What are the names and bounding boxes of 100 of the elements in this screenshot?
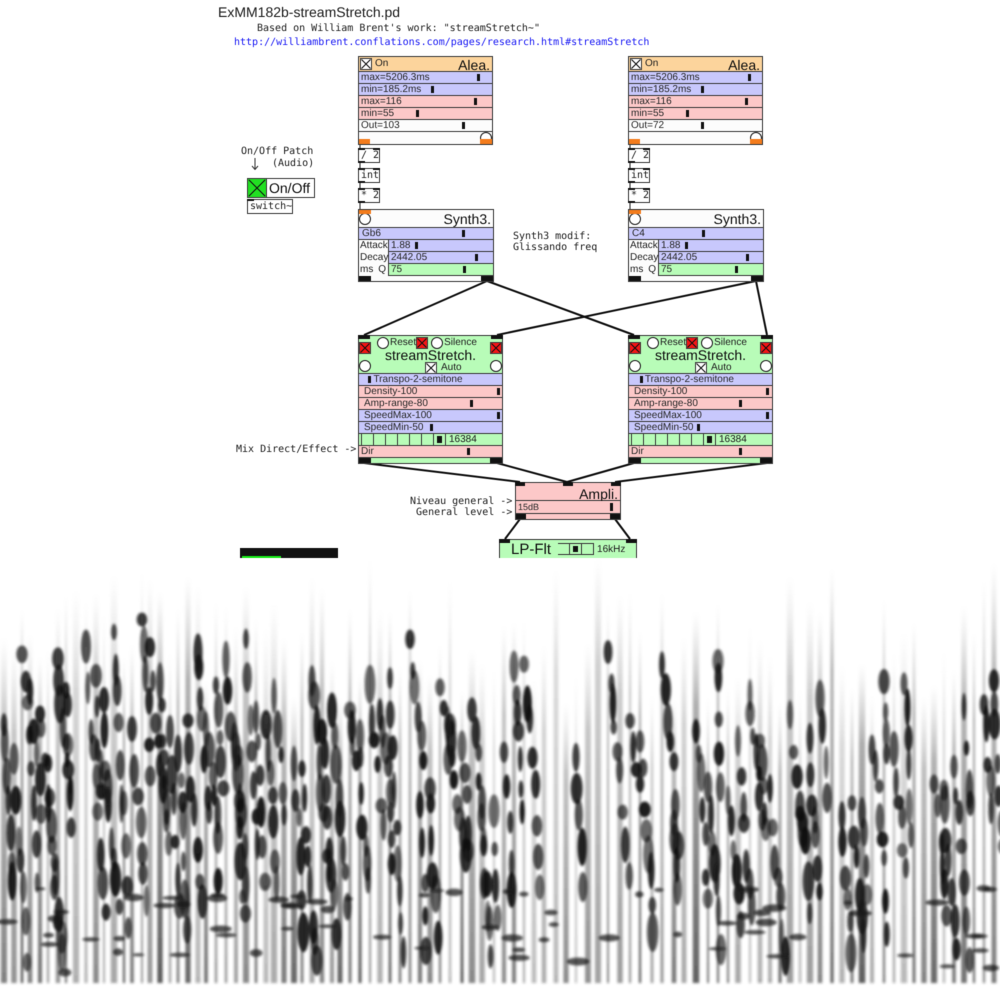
object-node[interactable]: switch~ (247, 199, 293, 214)
slider-thumb[interactable] (431, 86, 434, 93)
slider[interactable]: SpeedMax-100 (359, 410, 502, 422)
slider[interactable]: Amp-range-80 (629, 398, 772, 410)
slider-thumb[interactable] (430, 424, 433, 431)
slider[interactable]: max=116 (629, 96, 762, 108)
object-node[interactable]: int (358, 168, 380, 183)
slider[interactable]: Density-100 (629, 386, 772, 398)
bang-button[interactable] (431, 337, 444, 349)
toggle-checkbox[interactable] (359, 342, 371, 354)
bang-button[interactable] (701, 337, 714, 349)
slider[interactable]: Dir (359, 446, 502, 458)
slider-thumb[interactable] (462, 122, 466, 129)
slider[interactable]: 1.88 (658, 240, 763, 252)
slider[interactable]: SpeedMax-100 (629, 410, 772, 422)
slider-thumb[interactable] (462, 266, 466, 273)
slider-thumb[interactable] (701, 122, 704, 129)
radio-option[interactable] (631, 434, 644, 445)
slider-thumb[interactable] (745, 98, 748, 105)
slider[interactable]: SpeedMin-50 (359, 422, 502, 434)
slider-thumb[interactable] (474, 98, 478, 105)
slider-thumb[interactable] (462, 230, 465, 237)
slider[interactable]: min=55 (359, 108, 492, 120)
slider-thumb[interactable] (610, 503, 613, 511)
radio-option[interactable] (434, 434, 446, 445)
radio-option[interactable] (361, 434, 374, 445)
bang-button[interactable] (359, 210, 371, 225)
slider[interactable]: max=5206.3ms (629, 72, 762, 84)
slider-thumb[interactable] (701, 86, 704, 93)
toggle-checkbox[interactable] (630, 58, 642, 70)
slider[interactable]: Out=72 (629, 120, 762, 132)
slider[interactable]: Dir (629, 446, 772, 458)
slider[interactable]: min=185.2ms (629, 84, 762, 96)
slider-thumb[interactable] (766, 388, 769, 395)
radio-option[interactable] (558, 543, 570, 555)
slider-thumb[interactable] (475, 254, 478, 261)
slider-thumb[interactable] (738, 400, 742, 407)
slider[interactable]: Gb6 (359, 228, 493, 240)
bang-button[interactable] (490, 360, 502, 372)
radio-option[interactable] (570, 543, 582, 555)
bang-button[interactable] (647, 337, 659, 349)
slider-thumb[interactable] (697, 424, 700, 431)
bang-button[interactable] (377, 337, 389, 349)
slider-thumb[interactable] (416, 110, 419, 117)
bang-button[interactable] (760, 360, 772, 372)
radio-option[interactable] (704, 434, 716, 445)
slider[interactable]: 2442.05 (658, 252, 763, 264)
slider-thumb[interactable] (497, 412, 500, 419)
slider[interactable]: Transpo-2-semitone (359, 374, 502, 386)
toggle-checkbox[interactable] (490, 342, 502, 354)
object-node[interactable]: / 2 (358, 148, 380, 163)
slider[interactable]: min=185.2ms (359, 84, 492, 96)
slider[interactable]: max=5206.3ms (359, 72, 492, 84)
slider-thumb[interactable] (467, 448, 470, 455)
slider-thumb[interactable] (470, 400, 473, 407)
object-node[interactable]: * 2 (628, 188, 650, 203)
radio-option[interactable] (582, 543, 594, 555)
slider-thumb[interactable] (746, 254, 750, 261)
slider[interactable]: 75 (388, 264, 493, 276)
slider-thumb[interactable] (702, 230, 706, 237)
object-node[interactable]: int (628, 168, 650, 183)
slider[interactable]: 2442.05 (388, 252, 493, 264)
object-node[interactable]: * 2 (358, 188, 380, 203)
slider[interactable]: C4 (629, 228, 763, 240)
slider[interactable]: Transpo-2-semitone (629, 374, 772, 386)
slider-thumb[interactable] (766, 412, 769, 419)
bang-button[interactable] (629, 360, 641, 372)
toggle-checkbox[interactable] (695, 362, 707, 374)
url-link[interactable]: http://williambrent.conflations.com/pages/research.html#streamStretch (234, 37, 650, 48)
toggle-checkbox[interactable] (686, 337, 698, 349)
slider-thumb[interactable] (686, 110, 689, 117)
object-node[interactable]: / 2 (628, 148, 650, 163)
toggle-checkbox[interactable] (416, 337, 428, 349)
slider-thumb[interactable] (735, 266, 738, 273)
slider-thumb[interactable] (738, 448, 742, 455)
slider[interactable]: 1.88 (388, 240, 493, 252)
bang-button[interactable] (629, 210, 641, 225)
slider-thumb[interactable] (368, 376, 372, 383)
slider[interactable]: SpeedMin-50 (629, 422, 772, 434)
slider[interactable]: min=55 (629, 108, 762, 120)
toggle-checkbox[interactable] (760, 342, 772, 354)
slider[interactable]: Density-100 (359, 386, 502, 398)
slider[interactable]: max=116 (359, 96, 492, 108)
toggle-checkbox[interactable] (247, 178, 267, 198)
slider-thumb[interactable] (415, 242, 418, 249)
bang-button[interactable] (480, 132, 492, 144)
slider-thumb[interactable] (640, 376, 643, 383)
slider[interactable]: 75 (658, 264, 763, 276)
slider-thumb[interactable] (497, 388, 500, 395)
slider[interactable]: Amp-range-80 (359, 398, 502, 410)
bang-button[interactable] (359, 360, 371, 372)
toggle-checkbox[interactable] (629, 342, 641, 354)
slider[interactable]: Out=103 (359, 120, 492, 132)
slider-thumb[interactable] (748, 74, 752, 81)
slider-thumb[interactable] (476, 74, 480, 81)
slider-thumb[interactable] (685, 242, 688, 249)
toggle-checkbox[interactable] (360, 58, 372, 70)
bang-button[interactable] (750, 132, 762, 144)
toggle-checkbox[interactable] (425, 362, 437, 374)
slider[interactable]: 15dB (516, 501, 620, 514)
